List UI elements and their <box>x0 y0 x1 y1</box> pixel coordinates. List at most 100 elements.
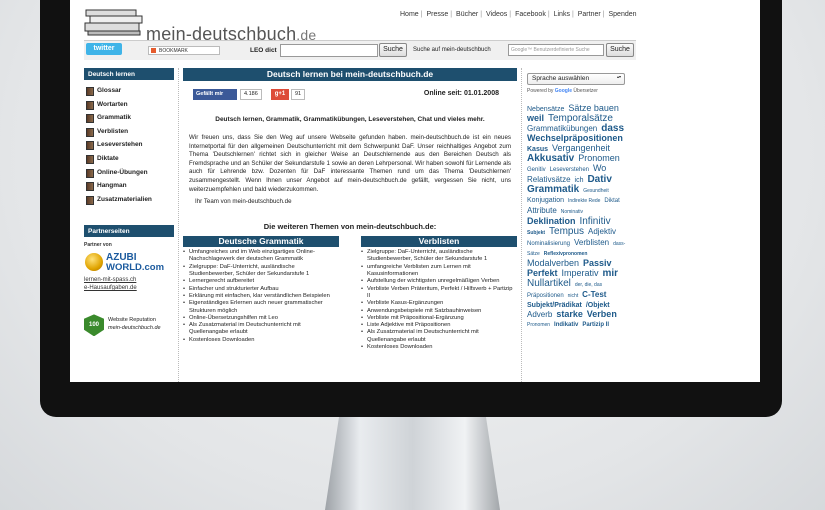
tag-link[interactable]: Adverb <box>527 310 552 319</box>
tag-link[interactable]: Reflexivpronomen <box>544 251 588 257</box>
tag-link[interactable]: nicht <box>568 293 579 299</box>
google-search-input[interactable]: Google™ Benutzerdefinierte Suche <box>508 44 604 56</box>
tag-link[interactable]: mir <box>602 268 618 279</box>
tag-link[interactable]: Kasus <box>527 146 548 153</box>
sidebar-item-label: Wortarten <box>97 100 128 108</box>
language-select[interactable]: Sprache auswählen <box>527 73 625 85</box>
sidebar-item-glossar[interactable]: Glossar <box>84 86 174 100</box>
sidebar-item-wortarten[interactable]: Wortarten <box>84 100 174 114</box>
sidebar-item-label: Hangman <box>97 182 127 190</box>
translate-link[interactable]: Übersetzer <box>573 88 597 94</box>
tag-link[interactable]: Nominativ <box>561 209 583 215</box>
partner-link-lernen-mit-spass[interactable]: lernen-mit-spass.ch <box>84 276 174 284</box>
nav-partner[interactable]: Partner <box>578 11 601 18</box>
sidebar-item-leseverstehen[interactable]: Leseverstehen <box>84 140 174 154</box>
sidebar-item-online-uebungen[interactable]: Online-Übungen <box>84 168 174 182</box>
tag-link[interactable]: Gesundheit <box>583 188 609 194</box>
twitter-button[interactable]: twitter <box>86 43 122 55</box>
tag-link[interactable]: der, die, das <box>575 282 602 288</box>
tag-link[interactable]: Deklination <box>527 216 576 226</box>
book-icon <box>86 100 94 110</box>
nav-videos[interactable]: Videos <box>486 11 507 18</box>
column-divider <box>521 68 522 382</box>
tag-link[interactable]: Präpositionen <box>527 293 564 299</box>
tag-link[interactable]: Perfekt <box>527 268 558 278</box>
nav-facebook[interactable]: Facebook <box>515 11 546 18</box>
azubi-domain: WORLD.com <box>106 262 165 274</box>
nav-presse[interactable]: Presse <box>426 11 448 18</box>
sidebar-item-hangman[interactable]: Hangman <box>84 181 174 195</box>
tag-link[interactable]: ich <box>575 177 584 184</box>
website-reputation-badge[interactable]: 100 Website Reputation mein-deutschbuch.… <box>84 314 174 340</box>
tag-link[interactable]: Nominalisierung <box>527 241 570 247</box>
books-logo-icon <box>84 9 143 36</box>
book-icon <box>86 154 94 164</box>
nav-links[interactable]: Links <box>554 11 570 18</box>
tag-link[interactable]: Diktat <box>604 198 619 204</box>
tag-link[interactable]: Subjekt/Prädikat <box>527 302 582 309</box>
nav-buecher[interactable]: Bücher <box>456 11 478 18</box>
site-search-label: Suche auf mein-deutschbuch <box>413 47 491 53</box>
tag-link[interactable]: Subjekt <box>527 230 545 236</box>
tag-link[interactable]: Sätze bauen <box>568 103 619 113</box>
tag-link[interactable]: Imperativ <box>561 268 598 278</box>
tag-link[interactable]: starke <box>556 309 583 319</box>
tag-link[interactable]: Passiv <box>583 258 612 268</box>
book-icon <box>86 141 94 151</box>
tag-link[interactable]: Wechselpräpositionen <box>527 133 623 143</box>
tag-link[interactable]: Indikativ <box>554 322 578 328</box>
tag-link[interactable]: /Objekt <box>586 302 610 309</box>
google-plus-button[interactable]: g+1 <box>271 89 289 100</box>
online-since: Online seit: 01.01.2008 <box>423 90 499 97</box>
tag-link[interactable]: Verblisten <box>574 238 609 247</box>
tag-link[interactable]: Relativsätze <box>527 175 571 184</box>
leo-search-input[interactable] <box>280 44 378 57</box>
list-item: umfangreiche Verblisten zum Lernen mit K… <box>361 264 517 279</box>
site-search-button[interactable]: Suche <box>606 43 634 57</box>
tag-link[interactable]: Nullartikel <box>527 278 571 289</box>
facebook-like-button[interactable]: Gefällt mir <box>193 89 237 100</box>
browser-screen: mein-deutschbuch.de Home | Presse | Bücher… <box>70 0 760 382</box>
tag-link[interactable]: Grammatikübungen <box>527 124 597 133</box>
leo-search-button[interactable]: Suche <box>379 43 407 57</box>
tag-link[interactable]: Verben <box>587 309 617 319</box>
sidebar-item-label: Grammatik <box>97 114 131 122</box>
shield-icon: 100 <box>84 314 104 337</box>
tag-link[interactable]: Pronomen <box>527 322 550 328</box>
nav-home[interactable]: Home <box>400 11 419 18</box>
tag-link[interactable]: Akkusativ <box>527 153 574 164</box>
tag-link[interactable]: Wo <box>593 163 606 173</box>
grammar-header[interactable]: Deutsche Grammatik <box>183 236 339 248</box>
tag-link[interactable]: Indirekte Rede <box>568 198 601 204</box>
sidebar-item-grammatik[interactable]: Grammatik <box>84 113 174 127</box>
azubi-world-logo[interactable]: AZUBI WORLD.com <box>84 250 174 276</box>
tag-link[interactable]: Konjugation <box>527 197 564 204</box>
tag-link[interactable]: Dativ <box>587 174 611 185</box>
tag-link[interactable]: Modalverben <box>527 258 579 268</box>
tag-link[interactable]: Attribute <box>527 206 557 215</box>
list-item: Erklärung mit einfachen, klar verständli… <box>183 293 339 301</box>
nav-spenden[interactable]: Spenden <box>608 11 636 18</box>
tag-link[interactable]: Genitiv <box>527 167 546 173</box>
partner-link-e-hausaufgaben[interactable]: e-Hausaufgaben.de <box>84 284 174 292</box>
tag-link[interactable]: Nebensätze <box>527 106 564 113</box>
team-signature: Ihr Team von mein-deutschbuch.de <box>195 198 292 206</box>
book-icon <box>86 114 94 124</box>
tag-link[interactable]: Pronomen <box>578 153 620 163</box>
tag-link[interactable]: Leseverstehen <box>550 167 589 173</box>
sidebar-item-verblisten[interactable]: Verblisten <box>84 127 174 141</box>
tag-link[interactable]: Grammatik <box>527 184 579 195</box>
tag-link[interactable]: Vergangenheit <box>552 143 610 153</box>
sidebar-item-zusatzmaterialien[interactable]: Zusatzmaterialien <box>84 195 174 209</box>
verblists-header[interactable]: Verblisten <box>361 236 517 248</box>
leo-label: LEO dict <box>250 47 277 54</box>
tag-link[interactable]: weil <box>527 113 544 123</box>
book-icon <box>86 87 94 96</box>
tag-link[interactable]: Tempus <box>549 226 584 237</box>
tag-link[interactable]: Adjektiv <box>588 227 616 236</box>
sidebar-item-diktate[interactable]: Diktate <box>84 154 174 168</box>
tag-link[interactable]: Infinitiv <box>579 216 610 227</box>
bookmark-button[interactable]: BOOKMARK <box>148 46 220 55</box>
tag-link[interactable]: C-Test <box>582 290 606 299</box>
tag-link[interactable]: Partizip II <box>582 322 609 328</box>
